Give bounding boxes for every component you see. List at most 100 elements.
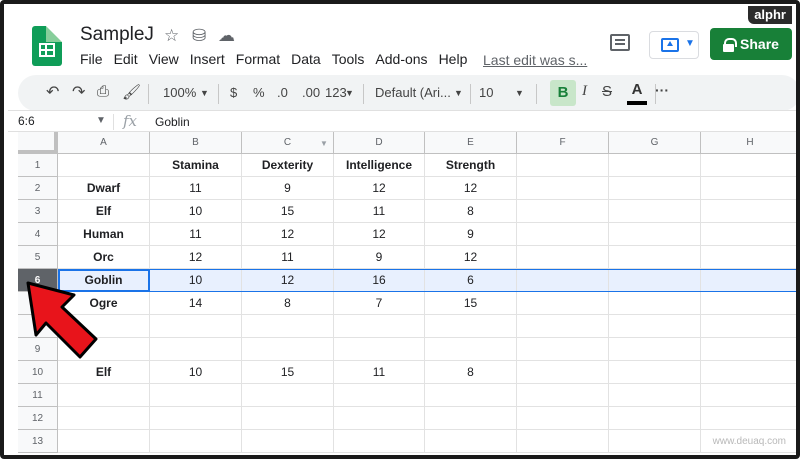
chevron-down-icon[interactable]: ▼ xyxy=(200,88,209,98)
menu-format[interactable]: Format xyxy=(236,51,280,67)
cell-a2[interactable]: Dwarf xyxy=(58,177,150,200)
column-header-f[interactable]: F xyxy=(517,132,609,154)
cell-e3[interactable]: 8 xyxy=(425,200,517,223)
cell-a12[interactable] xyxy=(58,407,150,430)
cell-f8[interactable] xyxy=(517,315,609,338)
cell-a4[interactable]: Human xyxy=(58,223,150,246)
cell-g4[interactable] xyxy=(609,223,701,246)
cell-g2[interactable] xyxy=(609,177,701,200)
cell-g11[interactable] xyxy=(609,384,701,407)
cell-c5[interactable]: 11 xyxy=(242,246,334,269)
select-all-corner[interactable] xyxy=(18,132,58,154)
cell-b5[interactable]: 12 xyxy=(150,246,242,269)
cell-d8[interactable] xyxy=(334,315,425,338)
cell-f12[interactable] xyxy=(517,407,609,430)
row-header-4[interactable]: 4 xyxy=(18,223,58,246)
cell-e1[interactable]: Strength xyxy=(425,154,517,177)
cell-h6[interactable] xyxy=(701,269,796,292)
cell-f4[interactable] xyxy=(517,223,609,246)
cell-h2[interactable] xyxy=(701,177,796,200)
strikethrough-button[interactable]: S xyxy=(602,83,612,100)
font-select[interactable]: Default (Ari... xyxy=(375,85,451,100)
print-icon[interactable]: ⎙ xyxy=(97,83,109,100)
column-header-g[interactable]: G xyxy=(609,132,701,154)
font-size-select[interactable]: 10 xyxy=(479,85,493,100)
cell-h9[interactable] xyxy=(701,338,796,361)
cell-e7[interactable]: 15 xyxy=(425,292,517,315)
cell-b1[interactable]: Stamina xyxy=(150,154,242,177)
cell-b10[interactable]: 10 xyxy=(150,361,242,384)
star-icon[interactable]: ☆ xyxy=(164,26,179,46)
column-header-a[interactable]: A xyxy=(58,132,150,154)
cell-f11[interactable] xyxy=(517,384,609,407)
cell-d12[interactable] xyxy=(334,407,425,430)
cell-e11[interactable] xyxy=(425,384,517,407)
menu-edit[interactable]: Edit xyxy=(114,51,138,67)
cell-g13[interactable] xyxy=(609,430,701,453)
column-header-b[interactable]: B xyxy=(150,132,242,154)
cell-f13[interactable] xyxy=(517,430,609,453)
cell-g7[interactable] xyxy=(609,292,701,315)
decrease-decimal-button[interactable]: .0 xyxy=(277,85,288,100)
cell-g12[interactable] xyxy=(609,407,701,430)
cell-h7[interactable] xyxy=(701,292,796,315)
cell-c13[interactable] xyxy=(242,430,334,453)
present-button[interactable]: ▼ xyxy=(649,31,699,59)
row-header-1[interactable]: 1 xyxy=(18,154,58,177)
cell-f6[interactable] xyxy=(517,269,609,292)
cell-d2[interactable]: 12 xyxy=(334,177,425,200)
cell-b3[interactable]: 10 xyxy=(150,200,242,223)
cell-a5[interactable]: Orc xyxy=(58,246,150,269)
cell-e13[interactable] xyxy=(425,430,517,453)
chevron-down-icon[interactable]: ▼ xyxy=(515,88,524,98)
cell-f5[interactable] xyxy=(517,246,609,269)
italic-button[interactable]: I xyxy=(582,83,587,100)
cell-c12[interactable] xyxy=(242,407,334,430)
column-header-d[interactable]: D xyxy=(334,132,425,154)
cell-d13[interactable] xyxy=(334,430,425,453)
cell-e4[interactable]: 9 xyxy=(425,223,517,246)
cell-a13[interactable] xyxy=(58,430,150,453)
comments-icon[interactable] xyxy=(610,34,630,51)
name-box[interactable]: 6:6 xyxy=(18,114,35,128)
cell-b4[interactable]: 11 xyxy=(150,223,242,246)
row-header-2[interactable]: 2 xyxy=(18,177,58,200)
chevron-down-icon[interactable]: ▼ xyxy=(345,88,354,98)
redo-icon[interactable]: ↷ xyxy=(72,82,85,102)
cell-h3[interactable] xyxy=(701,200,796,223)
column-header-e[interactable]: E xyxy=(425,132,517,154)
bold-button[interactable]: B xyxy=(550,80,576,106)
column-menu-icon[interactable]: ▼ xyxy=(320,139,328,148)
cell-c2[interactable]: 9 xyxy=(242,177,334,200)
chevron-down-icon[interactable]: ▼ xyxy=(96,115,106,126)
cloud-status-icon[interactable]: ☁ xyxy=(218,26,235,46)
currency-button[interactable]: $ xyxy=(230,85,237,100)
cell-c6[interactable]: 12 xyxy=(242,269,334,292)
menu-data[interactable]: Data xyxy=(291,51,321,67)
cell-g6[interactable] xyxy=(609,269,701,292)
cell-c4[interactable]: 12 xyxy=(242,223,334,246)
cell-e6[interactable]: 6 xyxy=(425,269,517,292)
cell-a11[interactable] xyxy=(58,384,150,407)
cell-g1[interactable] xyxy=(609,154,701,177)
cell-e2[interactable]: 12 xyxy=(425,177,517,200)
move-to-drive-icon[interactable]: ⛁ xyxy=(192,26,206,46)
share-button[interactable]: Share xyxy=(710,28,792,60)
cell-h12[interactable] xyxy=(701,407,796,430)
row-header-12[interactable]: 12 xyxy=(18,407,58,430)
cell-b8[interactable] xyxy=(150,315,242,338)
cell-d11[interactable] xyxy=(334,384,425,407)
chevron-down-icon[interactable]: ▼ xyxy=(454,88,463,98)
cell-f2[interactable] xyxy=(517,177,609,200)
cell-b2[interactable]: 11 xyxy=(150,177,242,200)
cell-c7[interactable]: 8 xyxy=(242,292,334,315)
cell-d1[interactable]: Intelligence xyxy=(334,154,425,177)
cell-d5[interactable]: 9 xyxy=(334,246,425,269)
cell-h11[interactable] xyxy=(701,384,796,407)
menu-addons[interactable]: Add-ons xyxy=(375,51,427,67)
cell-c9[interactable] xyxy=(242,338,334,361)
cell-g9[interactable] xyxy=(609,338,701,361)
cell-f3[interactable] xyxy=(517,200,609,223)
cell-b12[interactable] xyxy=(150,407,242,430)
menu-file[interactable]: File xyxy=(80,51,103,67)
